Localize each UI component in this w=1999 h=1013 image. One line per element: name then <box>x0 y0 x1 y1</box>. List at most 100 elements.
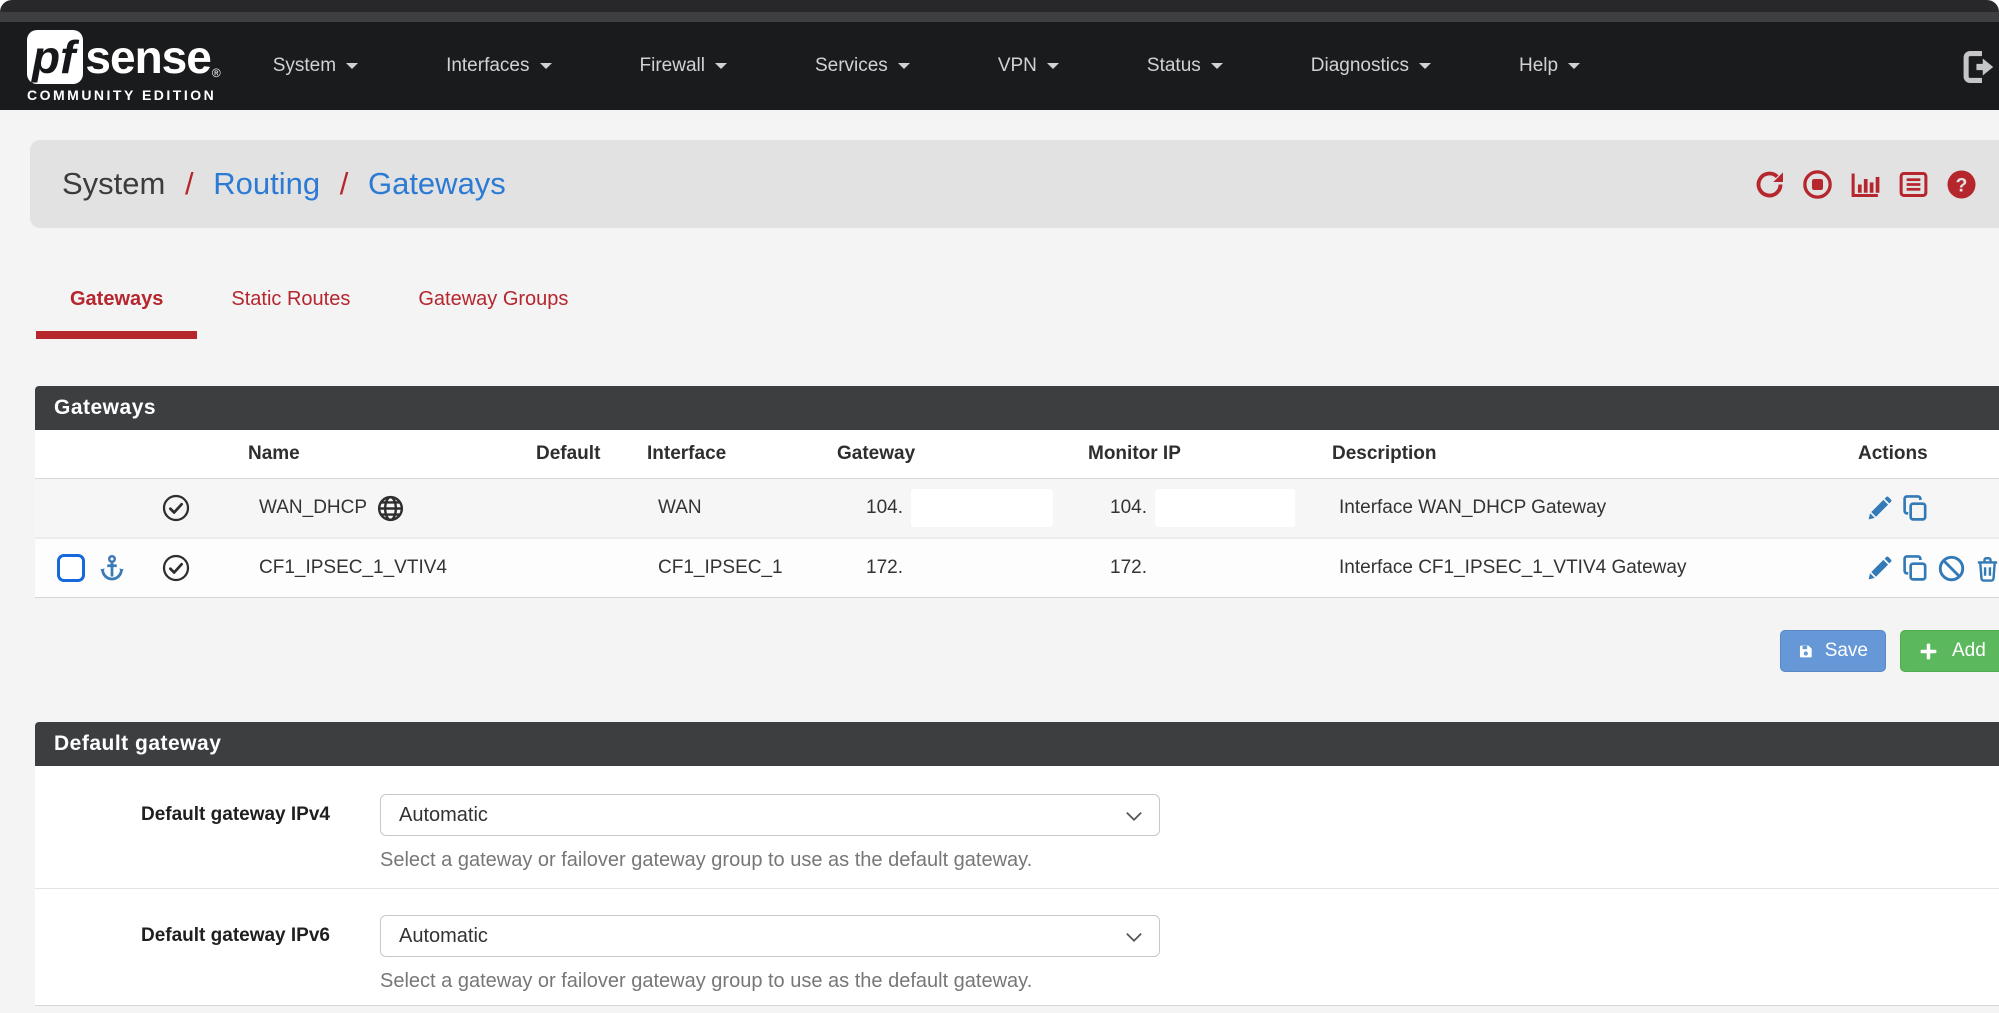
gateway-name-cell: CF1_IPSEC_1_VTIV4 <box>213 557 501 579</box>
header-action-icons: ? <box>1753 168 1978 201</box>
breadcrumb-link-routing[interactable]: Routing <box>213 166 320 201</box>
anchor-icon <box>97 553 127 583</box>
nav-item-label: Status <box>1147 55 1201 77</box>
sign-out-icon[interactable] <box>1959 48 1997 84</box>
add-button[interactable]: Add <box>1900 630 1999 672</box>
tab-gateway-groups[interactable]: Gateway Groups <box>384 260 602 339</box>
ipv6-help-text: Select a gateway or failover gateway gro… <box>380 970 1160 993</box>
redaction-box <box>1155 489 1295 527</box>
default-gateway-ipv4-select[interactable]: Automatic <box>380 794 1160 836</box>
nav-item-label: Diagnostics <box>1311 55 1409 77</box>
description-cell: Interface CF1_IPSEC_1_VTIV4 Gateway <box>1297 557 1823 579</box>
row-actions <box>1823 494 1999 523</box>
breadcrumb-separator: / <box>185 166 194 201</box>
gateway-ip-cell: 172. <box>802 557 1053 579</box>
svg-text:?: ? <box>1956 175 1968 196</box>
copy-icon[interactable] <box>1901 494 1930 523</box>
default-gateway-panel: Default gateway Default gateway IPv4 Aut… <box>35 722 1999 1006</box>
breadcrumb-section: System <box>62 166 165 201</box>
nav-item-vpn[interactable]: VPN <box>954 55 1103 77</box>
row-actions <box>1823 554 1999 583</box>
pfsense-logo[interactable]: pfsense® COMMUNITY EDITION <box>27 30 221 103</box>
globe-icon <box>376 494 405 523</box>
chevron-down-icon <box>1568 63 1580 69</box>
col-description: Description <box>1297 443 1823 465</box>
nav-item-label: Help <box>1519 55 1558 77</box>
col-default: Default <box>501 443 612 465</box>
chevron-down-icon <box>1211 63 1223 69</box>
chevron-down-icon <box>540 63 552 69</box>
chevron-down-icon <box>1419 63 1431 69</box>
gateways-panel: Gateways Name Default Interface Gateway … <box>35 386 1999 598</box>
nav-item-system[interactable]: System <box>229 55 402 77</box>
gateway-name: CF1_IPSEC_1_VTIV4 <box>259 557 447 579</box>
nav-item-label: VPN <box>998 55 1037 77</box>
selected-value: Automatic <box>399 925 488 948</box>
default-gateway-ipv4-label: Default gateway IPv4 <box>35 794 330 872</box>
edit-icon[interactable] <box>1865 554 1894 583</box>
ipv4-help-text: Select a gateway or failover gateway gro… <box>380 849 1160 872</box>
nav-item-status[interactable]: Status <box>1103 55 1267 77</box>
col-gateway: Gateway <box>802 443 1053 465</box>
gateway-ip: 104. <box>866 497 903 519</box>
table-row-wan-dhcp: WAN_DHCP WAN 104. 104. Interface WAN_DHC… <box>35 479 1999 537</box>
logo-registered-mark: ® <box>212 66 221 80</box>
log-list-icon[interactable] <box>1897 168 1930 201</box>
navbar-menu: System Interfaces Firewall Services VPN … <box>229 55 1624 77</box>
chevron-down-icon <box>1047 63 1059 69</box>
row-checkbox[interactable] <box>57 554 85 582</box>
col-interface: Interface <box>612 443 802 465</box>
help-icon[interactable]: ? <box>1945 168 1978 201</box>
disable-icon[interactable] <box>1937 554 1966 583</box>
plus-icon <box>1918 641 1939 662</box>
nav-item-help[interactable]: Help <box>1475 55 1624 77</box>
gateway-name-cell: WAN_DHCP <box>213 494 501 523</box>
gateways-panel-title: Gateways <box>35 386 1999 430</box>
window-title-strip <box>0 12 1999 22</box>
save-button-label: Save <box>1825 640 1868 662</box>
tab-gateways[interactable]: Gateways <box>36 260 197 339</box>
window-top-strip <box>0 0 1999 12</box>
nav-item-label: System <box>273 55 336 77</box>
tab-static-routes[interactable]: Static Routes <box>197 260 384 339</box>
interface-cell: CF1_IPSEC_1 <box>612 557 802 579</box>
chevron-down-icon <box>1125 811 1143 822</box>
nav-item-services[interactable]: Services <box>771 55 954 77</box>
chevron-down-icon <box>1125 932 1143 943</box>
interface-cell: WAN <box>612 497 802 519</box>
chevron-down-icon <box>898 63 910 69</box>
nav-item-label: Interfaces <box>446 55 529 77</box>
save-button[interactable]: Save <box>1780 630 1886 672</box>
nav-item-firewall[interactable]: Firewall <box>596 55 771 77</box>
default-gateway-ipv6-select[interactable]: Automatic <box>380 915 1160 957</box>
breadcrumb-link-gateways[interactable]: Gateways <box>368 166 506 201</box>
default-gateway-panel-title: Default gateway <box>35 722 1999 766</box>
chart-icon[interactable] <box>1849 168 1882 201</box>
redaction-box <box>911 489 1053 527</box>
form-row-ipv6: Default gateway IPv6 Automatic Select a … <box>35 888 1999 1005</box>
status-online-icon <box>161 493 191 523</box>
nav-item-interfaces[interactable]: Interfaces <box>402 55 595 77</box>
gateway-ip-cell: 104. <box>802 489 1053 527</box>
form-row-ipv4: Default gateway IPv4 Automatic Select a … <box>35 766 1999 888</box>
delete-icon[interactable] <box>1973 554 1999 583</box>
edit-icon[interactable] <box>1865 494 1894 523</box>
monitor-ip: 104. <box>1110 497 1147 519</box>
description-cell: Interface WAN_DHCP Gateway <box>1297 497 1823 519</box>
nav-item-label: Firewall <box>640 55 705 77</box>
copy-icon[interactable] <box>1901 554 1930 583</box>
save-icon <box>1798 641 1814 662</box>
refresh-icon[interactable] <box>1753 168 1786 201</box>
default-gateway-ipv6-label: Default gateway IPv6 <box>35 915 330 993</box>
logo-sense: sense <box>85 30 210 84</box>
chevron-down-icon <box>346 63 358 69</box>
page-content: System / Routing / Gateways ? Gateways S… <box>0 110 1999 1013</box>
breadcrumb-separator: / <box>340 166 349 201</box>
nav-item-label: Services <box>815 55 888 77</box>
add-button-label: Add <box>1952 640 1986 662</box>
logo-edition: COMMUNITY EDITION <box>27 87 221 103</box>
stop-circle-icon[interactable] <box>1801 168 1834 201</box>
monitor-ip-cell: 172. <box>1053 557 1297 579</box>
nav-item-diagnostics[interactable]: Diagnostics <box>1267 55 1475 77</box>
selected-value: Automatic <box>399 804 488 827</box>
